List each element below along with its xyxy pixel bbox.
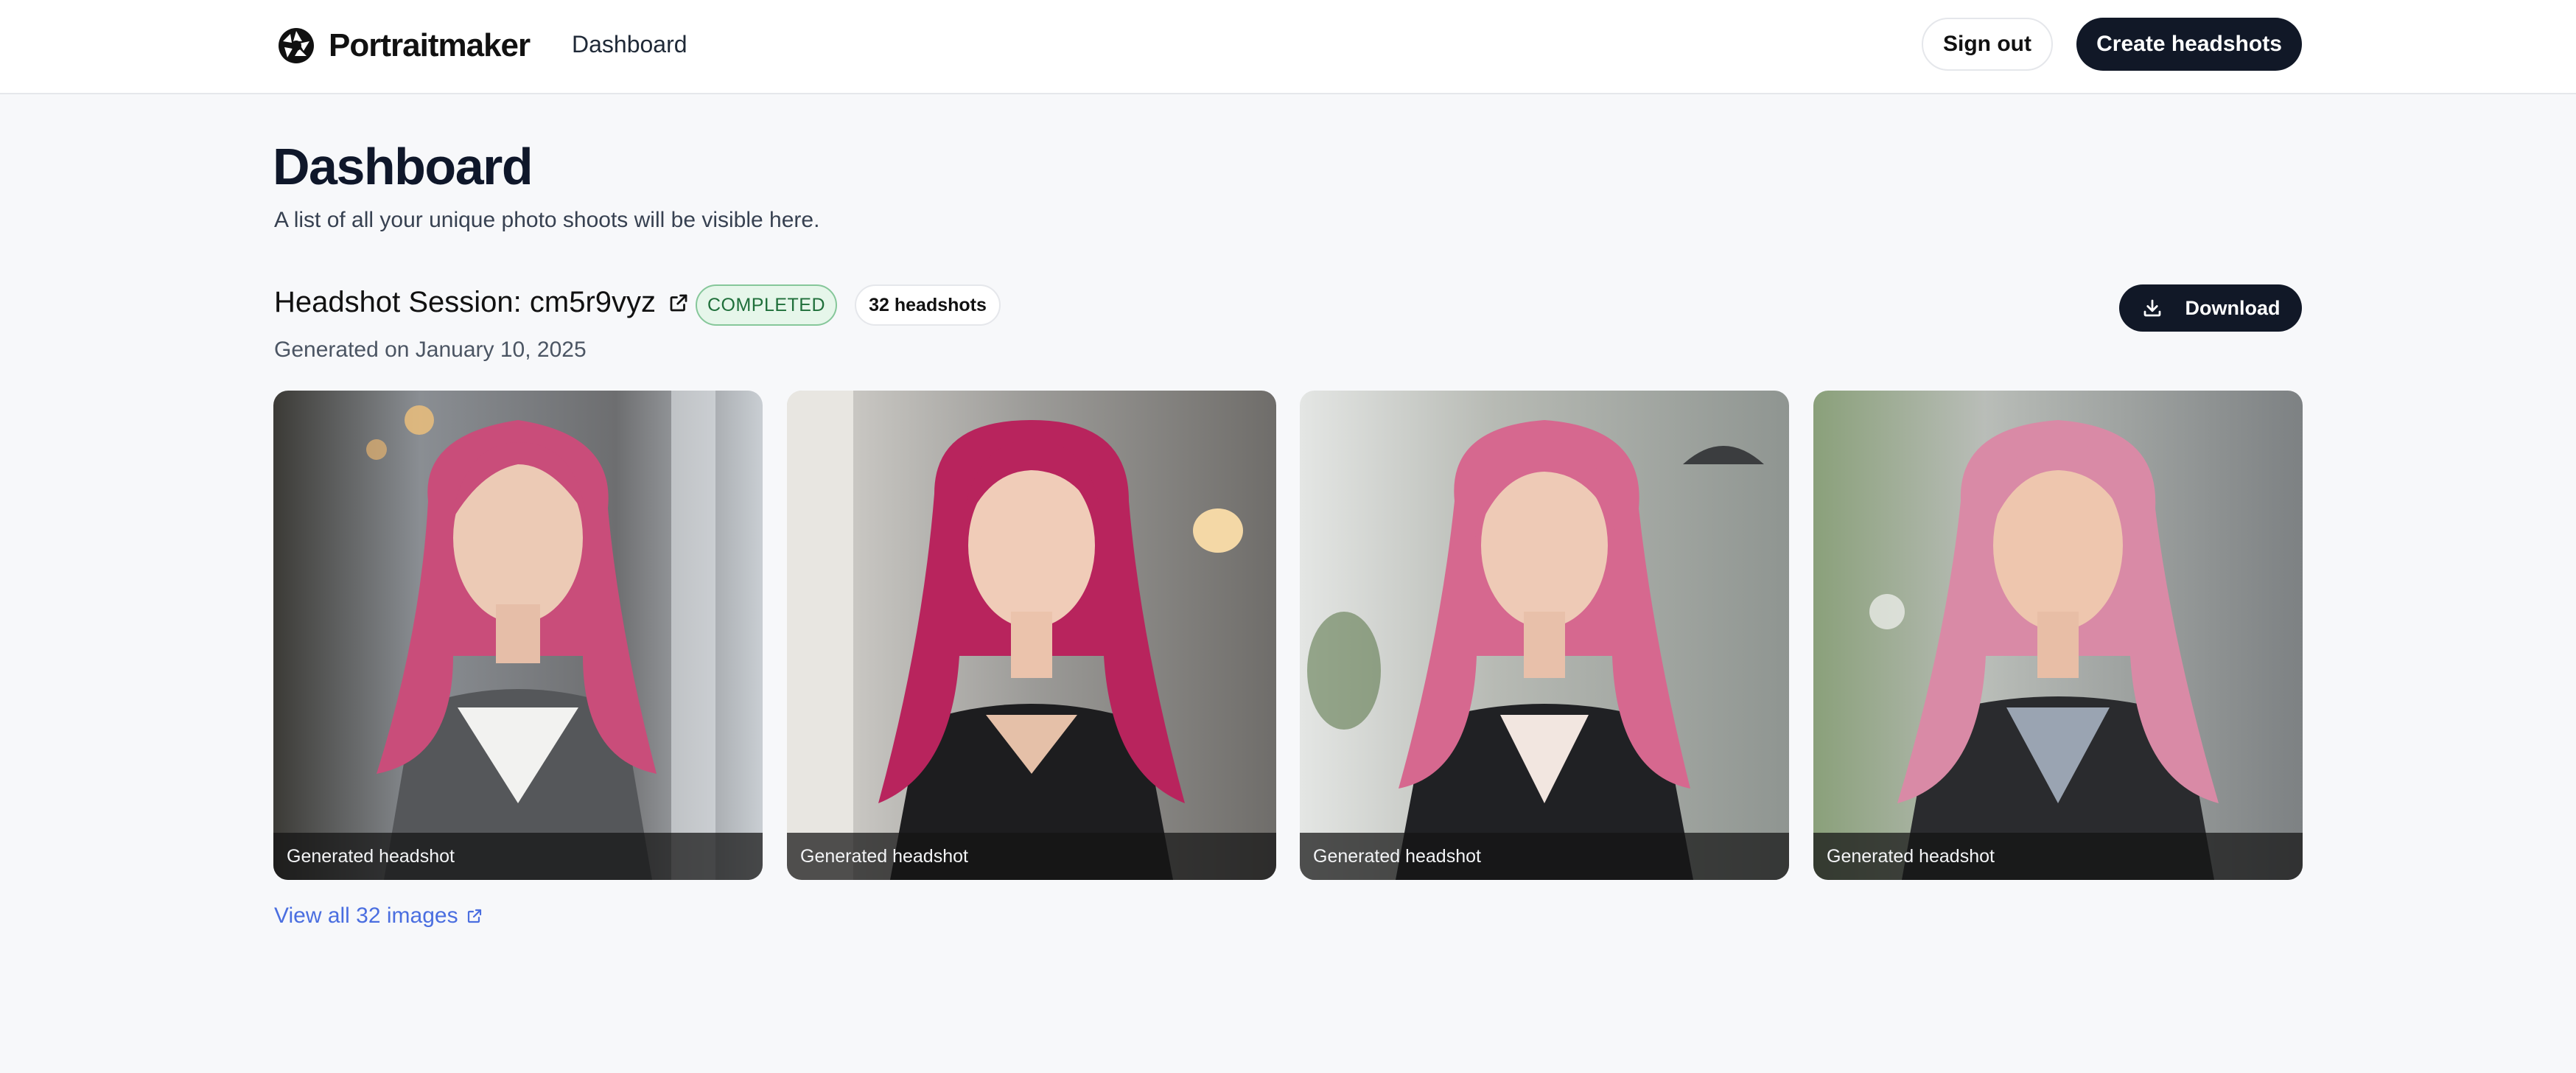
- headshot-grid: Generated headshot Generated headshot Ge…: [273, 391, 2303, 880]
- view-all-label: View all 32 images: [274, 904, 458, 928]
- sign-out-button[interactable]: Sign out: [1922, 18, 2053, 71]
- headshot-thumbnail[interactable]: Generated headshot: [1813, 391, 2303, 880]
- photo-caption: Generated headshot: [273, 833, 763, 880]
- download-button[interactable]: Download: [2119, 284, 2302, 332]
- top-nav: Portraitmaker Dashboard Sign out Create …: [0, 0, 2576, 94]
- external-link-icon: [467, 909, 481, 923]
- photo-caption: Generated headshot: [1300, 833, 1789, 880]
- brand-name: Portraitmaker: [329, 27, 531, 63]
- brand-logo[interactable]: Portraitmaker: [277, 25, 531, 66]
- camera-aperture-icon: [279, 28, 314, 63]
- headshot-image: [787, 391, 1276, 880]
- nav-link-dashboard[interactable]: Dashboard: [572, 28, 687, 60]
- headshot-thumbnail[interactable]: Generated headshot: [787, 391, 1276, 880]
- page-subtitle: A list of all your unique photo shoots w…: [274, 208, 820, 232]
- external-link-icon[interactable]: [668, 292, 690, 314]
- generated-date: Generated on January 10, 2025: [274, 338, 587, 362]
- photo-caption: Generated headshot: [1813, 833, 2303, 880]
- download-label: Download: [2185, 296, 2281, 319]
- view-all-images-link[interactable]: View all 32 images: [274, 904, 483, 929]
- headshot-thumbnail[interactable]: Generated headshot: [1300, 391, 1789, 880]
- download-icon: [2143, 299, 2160, 317]
- session-title-text: Headshot Session: cm5r9vyz: [274, 286, 657, 318]
- headshot-image: [1300, 391, 1789, 880]
- headshot-thumbnail[interactable]: Generated headshot: [273, 391, 763, 880]
- photo-caption: Generated headshot: [787, 833, 1276, 880]
- headshot-image: [273, 391, 763, 880]
- create-headshots-button[interactable]: Create headshots: [2076, 18, 2302, 71]
- page-title: Dashboard: [273, 138, 533, 195]
- headshot-count-badge: 32 headshots: [855, 284, 1001, 326]
- session-title: Headshot Session: cm5r9vyz: [274, 286, 690, 319]
- status-badge: COMPLETED: [696, 284, 837, 326]
- headshot-image: [1813, 391, 2303, 880]
